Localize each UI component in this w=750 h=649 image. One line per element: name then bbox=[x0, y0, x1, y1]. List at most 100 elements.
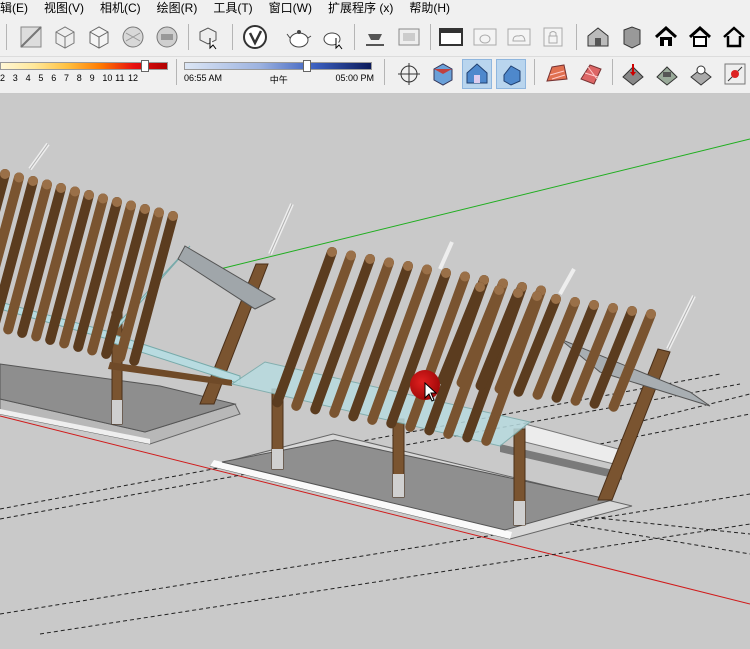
drape-icon[interactable] bbox=[618, 59, 648, 89]
frame-buffer-icon[interactable] bbox=[394, 22, 424, 52]
shadow-time-marker[interactable] bbox=[302, 60, 311, 72]
rafter-end bbox=[475, 282, 485, 292]
vray-logo-icon[interactable] bbox=[240, 22, 270, 52]
shadow-month-ticks: 2 3 4 5 6 7 8 9 10 11 12 bbox=[0, 73, 170, 83]
rafter-end bbox=[627, 306, 637, 316]
menu-view[interactable]: 视图(V) bbox=[44, 0, 90, 16]
rafter-end bbox=[570, 297, 580, 307]
home-icon[interactable] bbox=[651, 22, 681, 52]
rafter-end bbox=[70, 186, 80, 197]
rafter-end bbox=[346, 250, 356, 261]
rafter-end bbox=[532, 291, 542, 301]
textured-cube-icon[interactable] bbox=[152, 22, 182, 52]
teapot-interactive-icon[interactable] bbox=[318, 22, 348, 52]
shadow-month-tick: 8 bbox=[76, 73, 82, 83]
shaded-cube-icon[interactable] bbox=[118, 22, 148, 52]
terrain-icon[interactable] bbox=[542, 59, 572, 89]
shadow-month-tick: 4 bbox=[25, 73, 31, 83]
stamp-icon[interactable] bbox=[652, 59, 682, 89]
add-detail-icon[interactable] bbox=[720, 59, 750, 89]
rafter-end bbox=[0, 169, 10, 179]
rafter-end bbox=[14, 172, 24, 183]
shadow-month-tick: 11 bbox=[115, 73, 125, 83]
model-viewport[interactable] bbox=[0, 94, 750, 649]
menu-draw[interactable]: 绘图(R) bbox=[157, 0, 204, 16]
toolbar-separator bbox=[188, 24, 189, 50]
rafter-end bbox=[126, 200, 136, 211]
menu-bar: 辑(E) 视图(V) 相机(C) 绘图(R) 工具(T) 窗口(W) 扩展程序 … bbox=[0, 0, 750, 16]
time-start-label: 06:55 AM bbox=[184, 73, 223, 83]
warehouse-icon[interactable] bbox=[583, 22, 613, 52]
rafter-end bbox=[494, 285, 504, 295]
rafter-end bbox=[589, 300, 599, 310]
rafter-end bbox=[646, 309, 656, 319]
rafter-end bbox=[154, 207, 164, 218]
shadow-date-marker[interactable] bbox=[140, 60, 149, 72]
lock-window-icon[interactable] bbox=[538, 22, 568, 52]
toolbar-separator bbox=[384, 59, 385, 85]
cloud-window-icon[interactable] bbox=[504, 22, 534, 52]
toolbar-separator bbox=[176, 59, 177, 85]
pavilion-scene bbox=[0, 138, 750, 635]
xray-face-icon[interactable] bbox=[16, 22, 46, 52]
hidden-line-cube-icon[interactable] bbox=[84, 22, 114, 52]
teapot-window-icon[interactable] bbox=[470, 22, 500, 52]
menu-help[interactable]: 帮助(H) bbox=[409, 0, 456, 16]
shadow-time-labels: 06:55 AM 中午 05:00 PM bbox=[184, 73, 374, 86]
rafter-end bbox=[56, 183, 66, 193]
rafter-end bbox=[327, 247, 337, 257]
toolbar-separator bbox=[612, 59, 613, 85]
window-icon[interactable] bbox=[436, 22, 466, 52]
toolbar-separator bbox=[232, 24, 233, 50]
mouse-pointer-icon bbox=[424, 382, 438, 402]
house-view-top-icon[interactable] bbox=[496, 59, 526, 89]
shadow-time-bar bbox=[184, 62, 372, 70]
shadow-month-tick: 3 bbox=[12, 73, 18, 83]
menu-camera[interactable]: 相机(C) bbox=[100, 0, 147, 16]
shadow-date-slider[interactable]: 2 3 4 5 6 7 8 9 10 11 12 bbox=[0, 59, 170, 89]
right-pavilion bbox=[209, 241, 711, 540]
component-edit-icon[interactable] bbox=[194, 22, 224, 52]
rafter-end bbox=[84, 190, 94, 200]
rafter-beam bbox=[532, 297, 580, 400]
rafter-end bbox=[42, 179, 52, 190]
rafter-end bbox=[98, 193, 108, 204]
rafter-end bbox=[551, 294, 561, 304]
axes-icon[interactable] bbox=[394, 59, 424, 89]
rafter-end bbox=[403, 261, 413, 271]
rafter-end bbox=[28, 176, 38, 186]
flip-icon[interactable] bbox=[686, 59, 716, 89]
rafter-end bbox=[422, 264, 432, 275]
wireframe-cube-icon[interactable] bbox=[50, 22, 80, 52]
secondary-toolbar: 2 3 4 5 6 7 8 9 10 11 12 06:55 AM 中午 05:00 PM bbox=[0, 57, 750, 94]
shadow-month-tick: 7 bbox=[63, 73, 69, 83]
toolbar-separator bbox=[576, 24, 577, 50]
shadow-month-tick: 6 bbox=[51, 73, 57, 83]
shadow-month-tick: 10 bbox=[102, 73, 113, 83]
toolbar-separator bbox=[430, 24, 431, 50]
shadow-month-tick: 5 bbox=[38, 73, 44, 83]
shadow-time-slider[interactable]: 06:55 AM 中午 05:00 PM bbox=[184, 59, 374, 89]
rafter-end bbox=[112, 197, 122, 207]
iso-view-icon[interactable] bbox=[428, 59, 458, 89]
menu-edit[interactable]: 辑(E) bbox=[0, 0, 34, 16]
teapot-render-icon[interactable] bbox=[284, 22, 314, 52]
sandbox-grid-icon[interactable] bbox=[576, 59, 606, 89]
shadow-month-tick: 9 bbox=[89, 73, 95, 83]
shadow-month-tick: 2 bbox=[0, 73, 6, 83]
menu-window[interactable]: 窗口(W) bbox=[269, 0, 318, 16]
home-line-icon[interactable] bbox=[719, 22, 749, 52]
rafter-end bbox=[608, 303, 618, 313]
menu-extensions[interactable]: 扩展程序 (x) bbox=[328, 0, 399, 16]
rafter-end bbox=[168, 211, 178, 221]
component-icon[interactable] bbox=[617, 22, 647, 52]
time-mid-label: 中午 bbox=[269, 75, 288, 85]
render-settings-icon[interactable] bbox=[360, 22, 390, 52]
house-view-front-icon[interactable] bbox=[462, 59, 492, 89]
home-outline-icon[interactable] bbox=[685, 22, 715, 52]
toolbar-separator bbox=[534, 59, 535, 85]
rafter-end bbox=[513, 288, 523, 298]
menu-tools[interactable]: 工具(T) bbox=[213, 0, 258, 16]
toolbar-separator bbox=[354, 24, 355, 50]
shadow-month-tick: 12 bbox=[127, 73, 138, 83]
